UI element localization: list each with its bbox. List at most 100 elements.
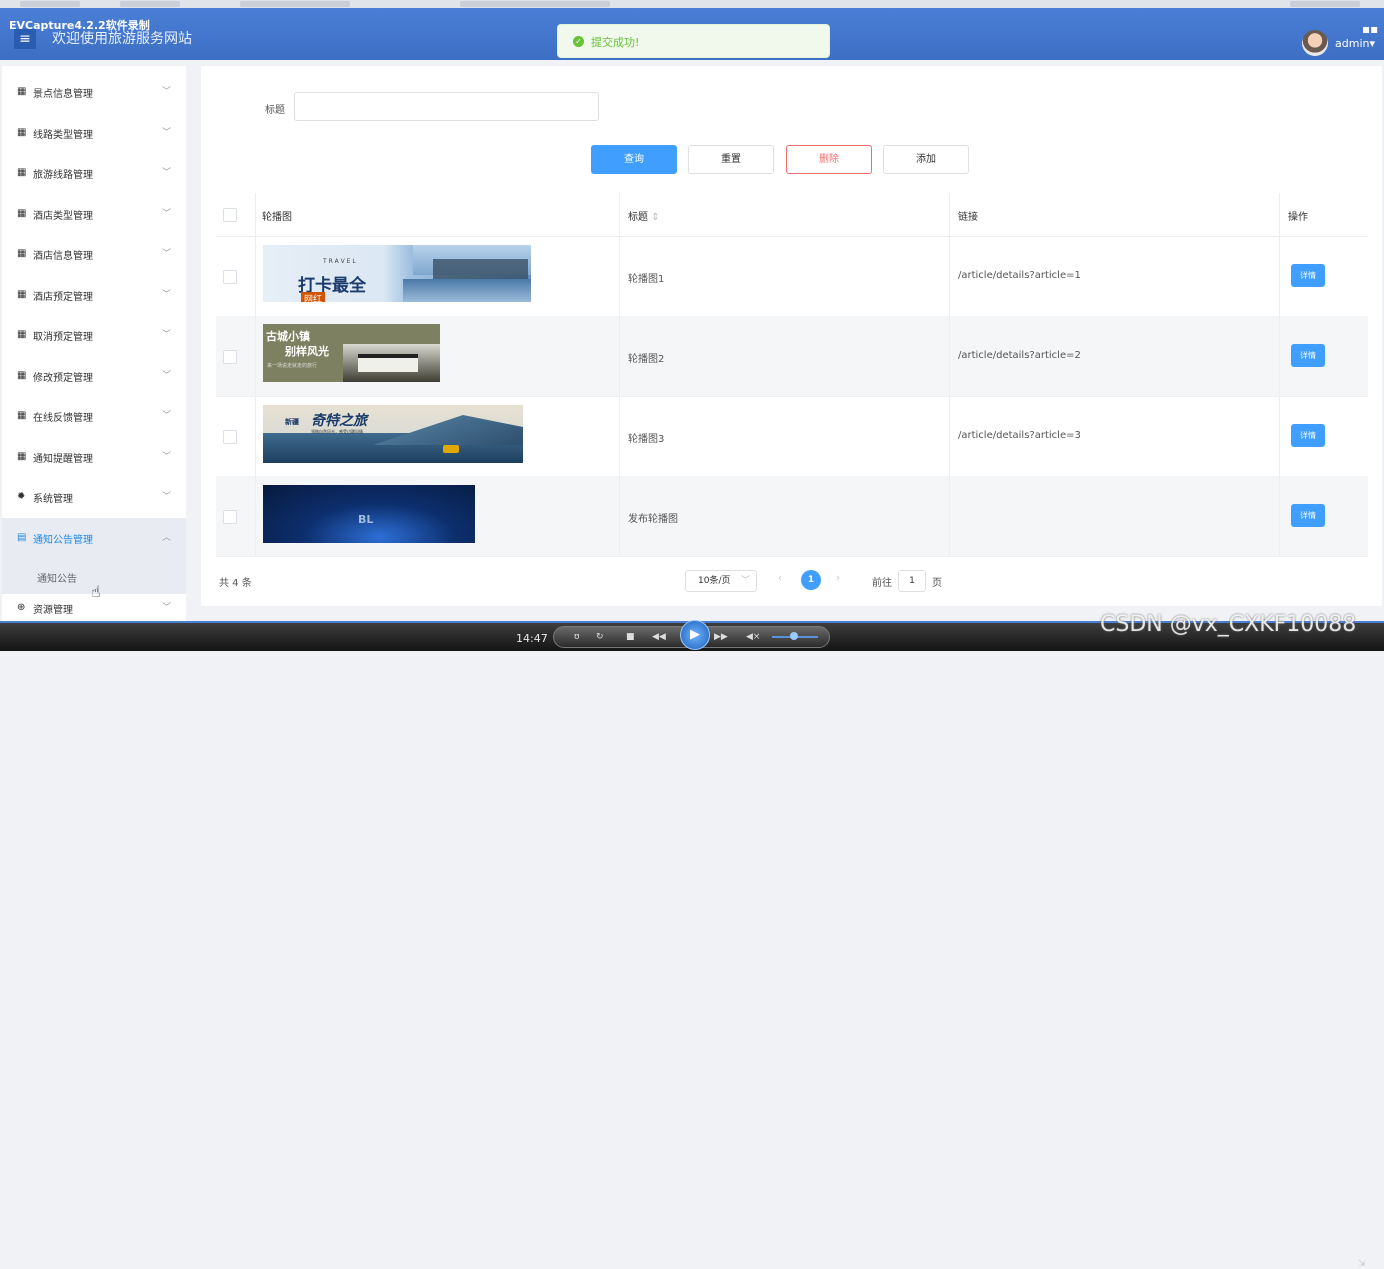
page-number-current[interactable]: 1 bbox=[801, 570, 821, 590]
detail-button[interactable]: 详情 bbox=[1291, 504, 1325, 527]
chevron-down-icon: ﹀ bbox=[162, 411, 172, 421]
refresh-icon[interactable]: ↻ bbox=[596, 632, 604, 642]
table-header: 轮播图 标题 ⇕ 链接 操作 bbox=[216, 193, 1368, 237]
play-icon[interactable]: ▶ bbox=[680, 620, 710, 650]
sidebar-item-bookings[interactable]: ▦ 酒店预定管理 ﹀ bbox=[2, 275, 186, 315]
player-time: 14:47 bbox=[516, 632, 548, 645]
grid-icon: ▦ bbox=[17, 167, 27, 178]
grid-icon: ▦ bbox=[17, 86, 27, 97]
column-divider bbox=[949, 193, 950, 556]
table-row: T R A V E L 打卡最全 网红 轮播图1 /article/detail… bbox=[216, 236, 1368, 317]
query-button[interactable]: 查询 bbox=[591, 145, 677, 174]
grid-icon: ▦ bbox=[17, 370, 27, 381]
expand-icon[interactable]: ⇲ bbox=[1358, 1259, 1366, 1269]
sidebar-item-feedback[interactable]: ▦ 在线反馈管理 ﹀ bbox=[2, 396, 186, 436]
browser-tab-strip bbox=[0, 0, 1384, 8]
table-row: 古城小镇 别样风光 来一场说走就走的旅行 轮播图2 /article/detai… bbox=[216, 316, 1368, 397]
browser-tab[interactable] bbox=[240, 1, 350, 7]
watermark: CSDN @vx_CXKF10088 bbox=[1100, 612, 1357, 637]
chevron-up-icon: ︿ bbox=[162, 533, 172, 543]
row-checkbox[interactable] bbox=[223, 350, 237, 364]
chevron-down-icon: ﹀ bbox=[162, 492, 172, 502]
mute-icon[interactable]: ◀× bbox=[746, 632, 760, 642]
sidebar-item-system[interactable]: ✹ 系统管理 ﹀ bbox=[2, 477, 186, 517]
chevron-down-icon: ﹀ bbox=[162, 290, 172, 300]
column-divider bbox=[619, 193, 620, 556]
next-page-icon[interactable]: › bbox=[836, 573, 840, 584]
speed-icon[interactable]: ʊ bbox=[574, 632, 580, 642]
sidebar-item-routes[interactable]: ▦ 旅游线路管理 ﹀ bbox=[2, 153, 186, 193]
detail-button[interactable]: 详情 bbox=[1291, 264, 1325, 287]
page-size-select[interactable]: 10条/页 ﹀ bbox=[685, 570, 757, 592]
banner-image-1: T R A V E L 打卡最全 网红 bbox=[263, 245, 531, 302]
grid-icon[interactable]: ▪▪ bbox=[1362, 22, 1378, 36]
prev-page-icon[interactable]: ‹ bbox=[778, 573, 782, 584]
chevron-down-icon: ﹀ bbox=[162, 249, 172, 259]
fast-forward-icon[interactable]: ▶▶ bbox=[714, 632, 728, 642]
grid-icon: ▦ bbox=[17, 329, 27, 340]
search-label: 标题 bbox=[265, 105, 285, 116]
total-count: 共 4 条 bbox=[219, 578, 252, 589]
hand-cursor-icon: ☝ bbox=[91, 582, 101, 601]
select-all-checkbox[interactable] bbox=[223, 208, 237, 222]
row-link: /article/details?article=2 bbox=[958, 350, 1081, 361]
banner-image-4: BL bbox=[263, 485, 475, 543]
detail-button[interactable]: 详情 bbox=[1291, 424, 1325, 447]
title-search-input[interactable] bbox=[294, 92, 599, 121]
sidebar-item-modifications[interactable]: ▦ 修改预定管理 ﹀ bbox=[2, 356, 186, 396]
sort-icon[interactable]: ⇕ bbox=[651, 212, 659, 223]
sidebar-item-spots[interactable]: ▦ 景点信息管理 ﹀ bbox=[2, 72, 186, 112]
col-title-header[interactable]: 标题 ⇕ bbox=[628, 208, 660, 223]
table-row: 新疆 奇特之旅 领略自然风光，感受边疆风情 轮播图3 /article/deta… bbox=[216, 396, 1368, 477]
stop-icon[interactable]: ■ bbox=[626, 632, 635, 642]
row-link: /article/details?article=3 bbox=[958, 430, 1081, 441]
reset-button[interactable]: 重置 bbox=[688, 145, 774, 174]
check-icon: ✓ bbox=[573, 36, 584, 47]
banner-image-3: 新疆 奇特之旅 领略自然风光，感受边疆风情 bbox=[263, 405, 523, 463]
browser-tab[interactable] bbox=[20, 1, 80, 7]
add-button[interactable]: 添加 bbox=[883, 145, 969, 174]
column-divider bbox=[1279, 193, 1280, 556]
browser-tab[interactable] bbox=[120, 1, 180, 7]
row-title: 轮播图2 bbox=[628, 354, 665, 365]
chevron-down-icon: ﹀ bbox=[162, 452, 172, 462]
col-action-header: 操作 bbox=[1288, 212, 1308, 223]
sidebar-item-route-types[interactable]: ▦ 线路类型管理 ﹀ bbox=[2, 113, 186, 153]
col-link-header: 链接 bbox=[958, 212, 978, 223]
chevron-down-icon: ﹀ bbox=[740, 576, 750, 586]
volume-knob[interactable] bbox=[790, 632, 798, 640]
row-checkbox[interactable] bbox=[223, 510, 237, 524]
sidebar-item-cancellations[interactable]: ▦ 取消预定管理 ﹀ bbox=[2, 315, 186, 355]
sidebar-item-hotels[interactable]: ▦ 酒店信息管理 ﹀ bbox=[2, 234, 186, 274]
rewind-icon[interactable]: ◀◀ bbox=[652, 632, 666, 642]
chevron-down-icon: ﹀ bbox=[162, 209, 172, 219]
sidebar-item-reminders[interactable]: ▦ 通知提醒管理 ﹀ bbox=[2, 437, 186, 477]
toast-message: 提交成功! bbox=[591, 36, 640, 49]
goto-label: 前往 bbox=[872, 578, 892, 589]
grid-icon: ▦ bbox=[17, 208, 27, 219]
browser-tab[interactable] bbox=[460, 1, 610, 7]
row-title: 轮播图1 bbox=[628, 274, 665, 285]
grid-icon: ▦ bbox=[17, 410, 27, 421]
pagination: 共 4 条 10条/页 ﹀ ‹ 1 › 前往 1 页 bbox=[216, 566, 1368, 596]
sidebar-item-announcements[interactable]: ▤ 通知公告管理 ︿ bbox=[2, 518, 186, 558]
grid-icon: ▦ bbox=[17, 451, 27, 462]
delete-button[interactable]: 删除 bbox=[786, 145, 872, 174]
avatar[interactable] bbox=[1302, 30, 1328, 56]
goto-page-input[interactable]: 1 bbox=[898, 570, 926, 592]
row-checkbox[interactable] bbox=[223, 270, 237, 284]
user-menu[interactable]: admin▾ bbox=[1335, 37, 1375, 50]
browser-tab[interactable] bbox=[1290, 1, 1360, 7]
row-title: 轮播图3 bbox=[628, 434, 665, 445]
row-checkbox[interactable] bbox=[223, 430, 237, 444]
table-row: BL 发布轮播图 详情 bbox=[216, 476, 1368, 557]
hamburger-icon[interactable]: ≡ bbox=[14, 29, 36, 49]
row-title: 发布轮播图 bbox=[628, 514, 678, 525]
chevron-down-icon: ﹀ bbox=[162, 87, 172, 97]
sidebar-item-hotel-types[interactable]: ▦ 酒店类型管理 ﹀ bbox=[2, 194, 186, 234]
plus-circle-icon: ⊕ bbox=[17, 602, 26, 613]
sidebar: ▦ 景点信息管理 ﹀ ▦ 线路类型管理 ﹀ ▦ 旅游线路管理 ﹀ ▦ 酒店类型管理 ﹀ ▦ 酒店信… bbox=[2, 66, 186, 621]
chevron-down-icon: ﹀ bbox=[162, 128, 172, 138]
grid-icon: ▦ bbox=[17, 127, 27, 138]
detail-button[interactable]: 详情 bbox=[1291, 344, 1325, 367]
